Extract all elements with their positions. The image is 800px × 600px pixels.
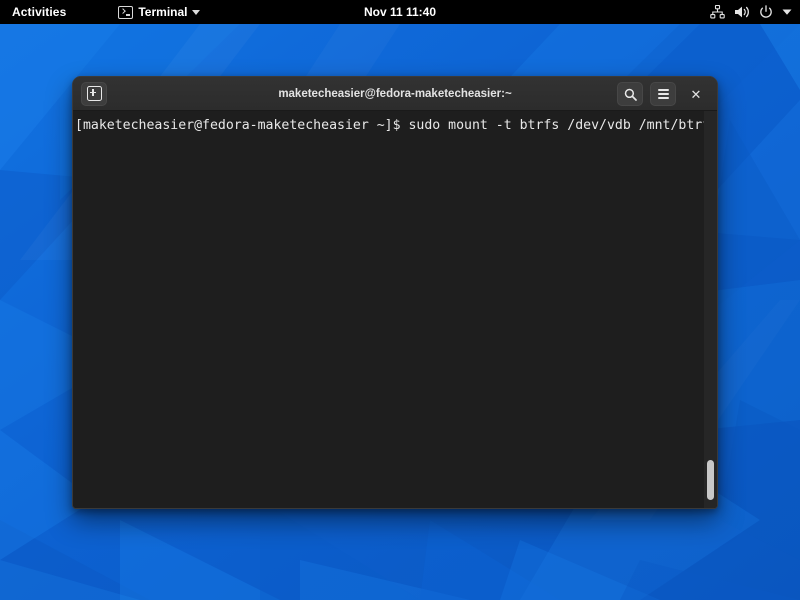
volume-icon xyxy=(734,5,750,19)
clock-button[interactable]: Nov 11 11:40 xyxy=(364,5,436,19)
activities-button[interactable]: Activities xyxy=(0,0,76,24)
app-menu-button[interactable]: Terminal xyxy=(108,0,210,24)
terminal-scrollbar[interactable] xyxy=(704,111,717,508)
search-button[interactable] xyxy=(617,82,643,106)
close-icon: ✕ xyxy=(691,88,702,101)
window-titlebar[interactable]: maketecheasier@fedora-maketecheasier:~ ✕ xyxy=(73,77,717,111)
titlebar-right-controls: ✕ xyxy=(617,82,709,106)
terminal-command-line: [maketecheasier@fedora-maketecheasier ~]… xyxy=(75,118,717,134)
power-icon xyxy=(759,5,773,19)
terminal-icon xyxy=(118,6,133,19)
chevron-down-icon xyxy=(782,8,792,16)
terminal-window[interactable]: maketecheasier@fedora-maketecheasier:~ ✕ xyxy=(72,76,718,509)
gnome-top-bar: Activities Terminal Nov 11 11:40 xyxy=(0,0,800,24)
hamburger-menu-icon xyxy=(658,89,669,98)
top-bar-left-group: Activities Terminal xyxy=(0,0,210,24)
chevron-down-icon xyxy=(192,10,200,15)
new-tab-icon xyxy=(87,86,102,101)
network-icon xyxy=(710,5,725,19)
new-tab-button[interactable] xyxy=(81,82,107,106)
terminal-body[interactable]: [maketecheasier@fedora-maketecheasier ~]… xyxy=(73,111,717,508)
terminal-scrollbar-thumb[interactable] xyxy=(707,460,714,500)
system-status-area[interactable] xyxy=(710,0,792,24)
close-button[interactable]: ✕ xyxy=(683,82,709,106)
search-icon xyxy=(624,88,637,101)
desktop-screen: Activities Terminal Nov 11 11:40 xyxy=(0,0,800,600)
app-menu-label: Terminal xyxy=(138,5,187,19)
menu-button[interactable] xyxy=(650,82,676,106)
